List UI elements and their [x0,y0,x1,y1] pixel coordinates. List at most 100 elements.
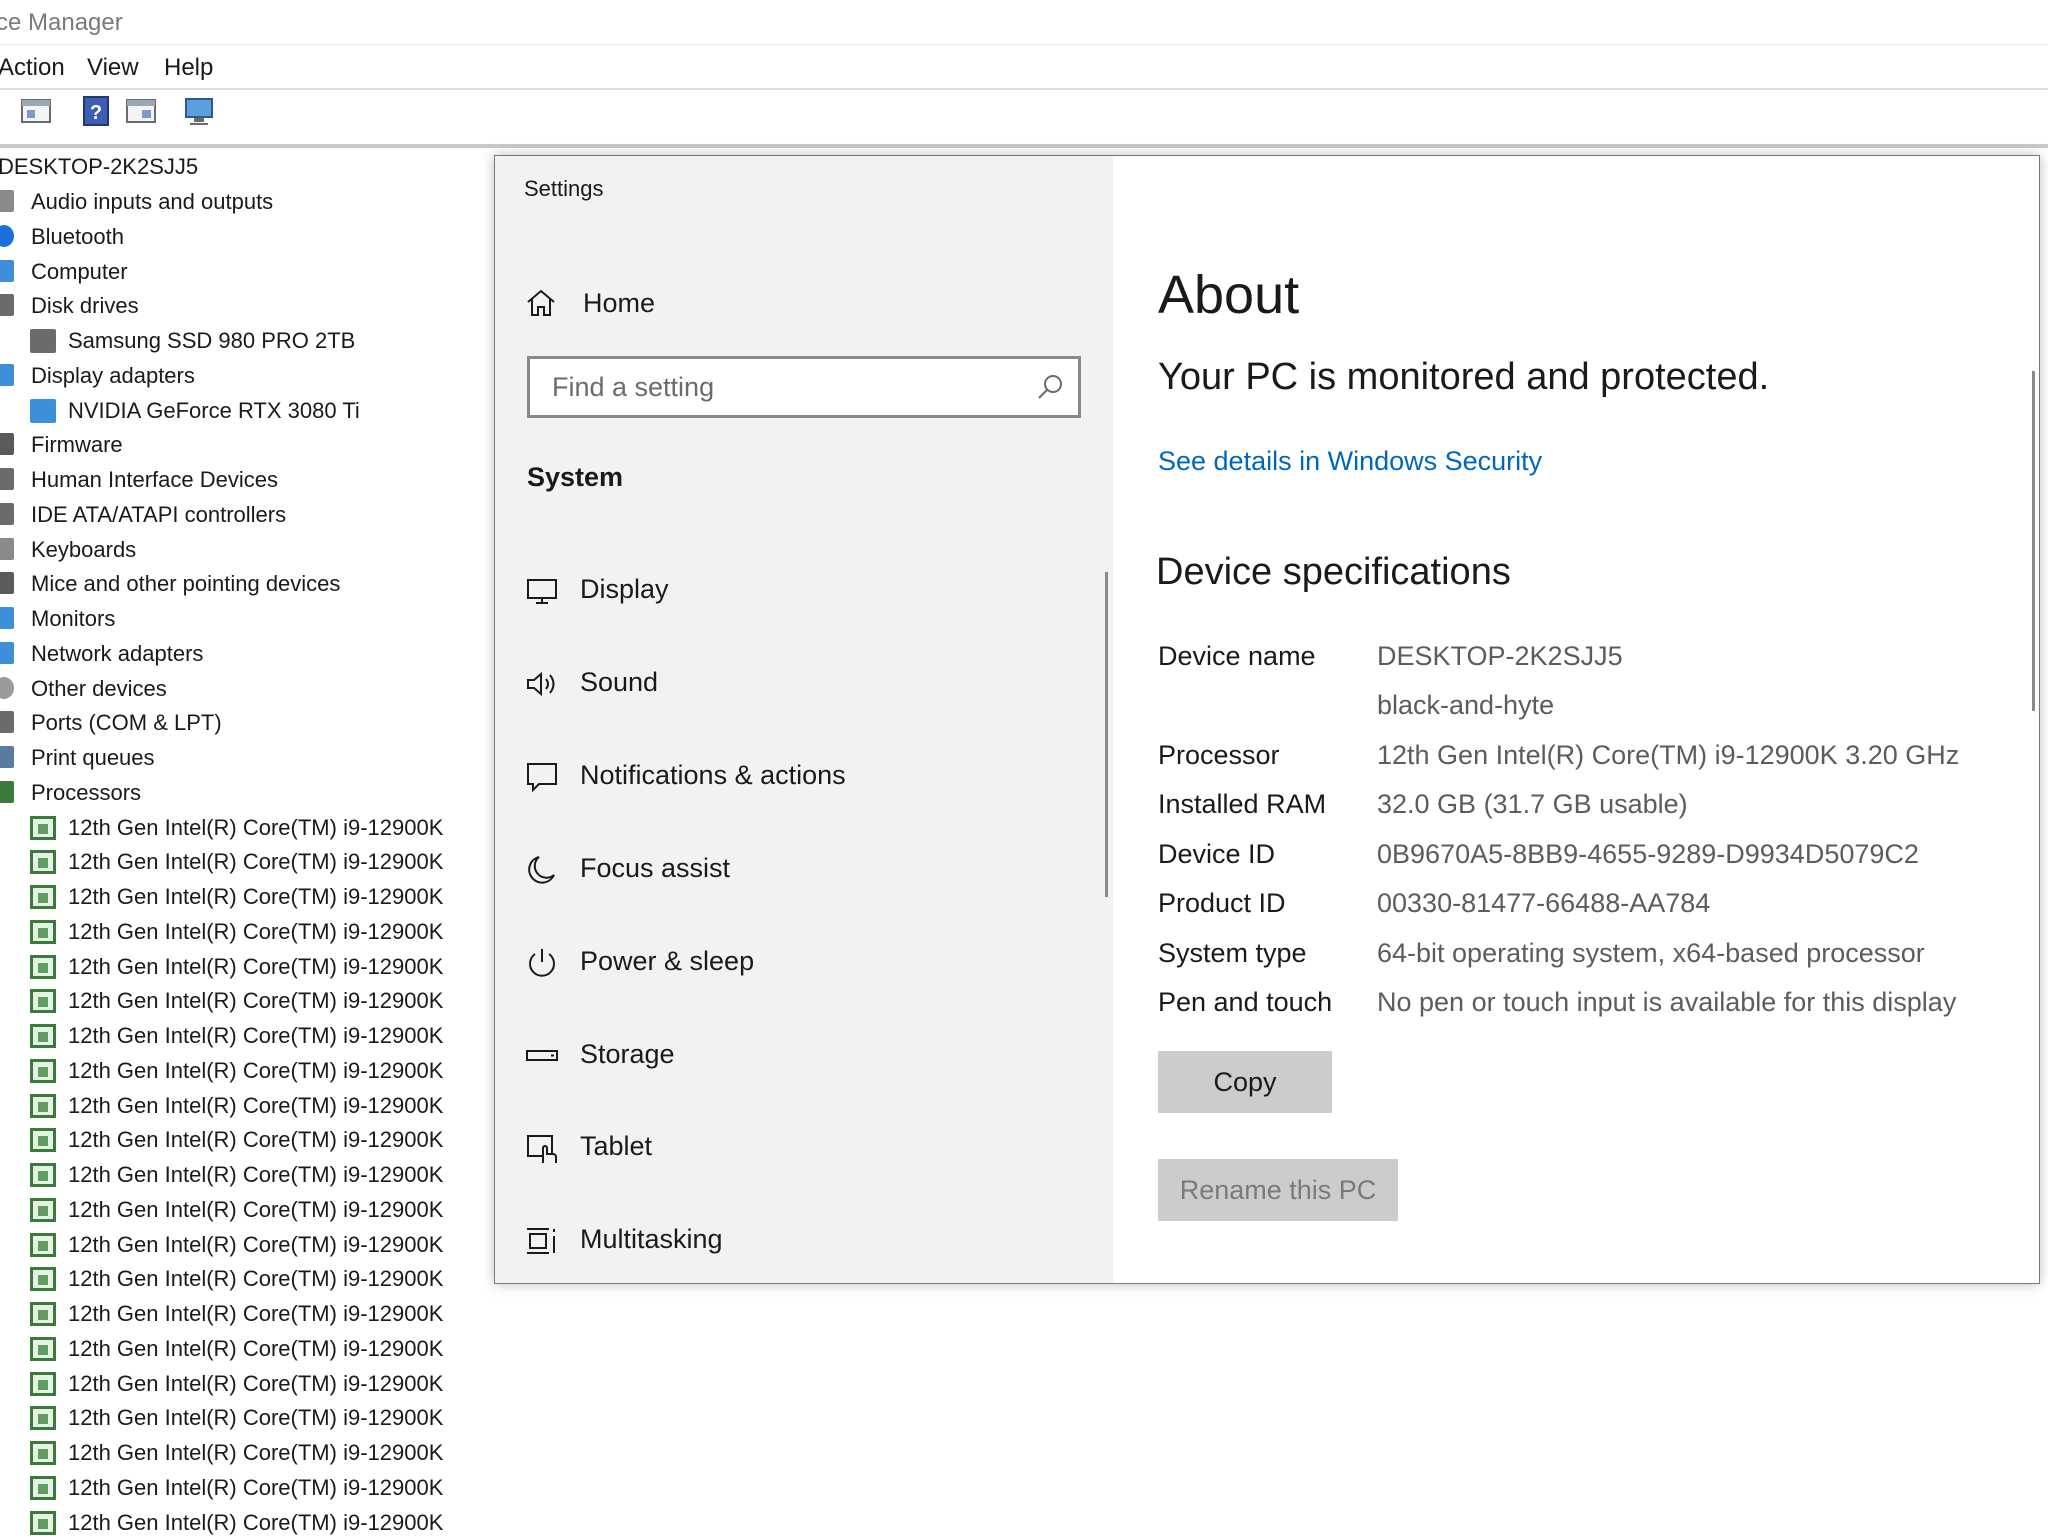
menu-view[interactable]: View [87,54,139,82]
nav-section-system: System [527,462,624,492]
search-input[interactable] [550,369,1024,405]
tree-label: 12th Gen Intel(R) Core(TM) i9-12900K [68,1266,444,1292]
nav-item-power-sleep[interactable]: Power & sleep [515,928,1095,998]
display-icon [527,579,557,604]
nav-item-multitasking[interactable]: Multitasking [515,1206,1095,1276]
processor-icon [30,1163,56,1187]
nav-home[interactable]: Home [525,274,1095,330]
processor-icon [30,1267,56,1292]
nav-item-notifications[interactable]: Notifications & actions [515,742,1095,812]
properties-icon[interactable] [20,96,52,126]
computer-icon [0,259,14,282]
notifications-icon [527,763,557,793]
spec-value-device-alias: black-and-hyte [1377,690,1555,720]
update-driver-icon[interactable] [125,96,157,126]
device-specs-heading: Device specifications [1156,551,1511,593]
protection-status: Your PC is monitored and protected. [1158,356,1770,398]
tree-label: 12th Gen Intel(R) Core(TM) i9-12900K [68,1231,444,1257]
nav-item-storage[interactable]: Storage [515,1021,1095,1091]
speaker-icon [0,190,14,212]
search-box[interactable] [527,356,1081,418]
network-adapter-icon [0,641,14,664]
nav-item-sound[interactable]: Sound [515,649,1095,719]
tree-label: Processors [31,779,142,805]
processor-icon [30,1093,56,1118]
tree-label: Computer [31,258,128,284]
tree-label: 12th Gen Intel(R) Core(TM) i9-12900K [68,918,444,944]
nav-home-label: Home [583,288,656,318]
tree-label: 12th Gen Intel(R) Core(TM) i9-12900K [68,1196,444,1222]
moon-icon [528,856,555,884]
menu-action[interactable]: Action [0,54,65,82]
nav-item-tablet[interactable]: Tablet [515,1113,1095,1183]
tree-label: Print queues [31,745,155,770]
tablet-icon [527,1135,557,1163]
tree-root-computer[interactable]: DESKTOP-2K2SJJ5 [0,154,198,180]
spec-label-system-type: System type [1158,938,1307,968]
tree-label: 12th Gen Intel(R) Core(TM) i9-12900K [68,1301,444,1326]
nav-item-label: Multitasking [580,1224,723,1254]
sound-icon [527,671,555,697]
processor-icon [30,885,56,909]
spec-label-product-id: Product ID [1158,888,1286,918]
nav-item-display[interactable]: Display [515,556,1095,626]
menu-help[interactable]: Help [164,54,213,82]
tree-label: 12th Gen Intel(R) Core(TM) i9-12900K [68,1509,444,1535]
spec-label-installed-ram: Installed RAM [1158,789,1327,819]
settings-nav-pane: Settings Home System Display [495,156,1113,1283]
processor-icon [30,1302,56,1326]
spec-label-device-id: Device ID [1158,839,1276,869]
mouse-icon [0,572,14,595]
tree-label: Network adapters [31,640,204,666]
scan-hardware-icon[interactable] [184,96,216,126]
spec-value-installed-ram: 32.0 GB (31.7 GB usable) [1377,789,1688,819]
help-icon[interactable]: ? [80,96,112,126]
rename-pc-button[interactable]: Rename this PC [1158,1159,1398,1221]
titlebar-divider [0,44,2048,45]
tree-label: Other devices [31,675,167,701]
tree-label: 12th Gen Intel(R) Core(TM) i9-12900K [68,953,444,979]
processor-icon [30,1475,56,1500]
copy-button[interactable]: Copy [1158,1051,1332,1113]
search-icon[interactable] [1036,373,1064,401]
disk-drive-icon [0,294,14,317]
processor-icon [30,1371,56,1396]
device-manager-toolbar [0,90,2048,146]
tree-label: 12th Gen Intel(R) Core(TM) i9-12900K [68,1440,444,1465]
monitor-icon [0,607,14,629]
spec-value-processor: 12th Gen Intel(R) Core(TM) i9-12900K 3.2… [1377,740,1960,770]
tree-label: 12th Gen Intel(R) Core(TM) i9-12900K [68,1057,444,1083]
tree-label: Audio inputs and outputs [31,189,274,214]
tree-label: Ports (COM & LPT) [31,710,222,736]
content-scrollbar[interactable] [2032,371,2035,711]
processor-icon [30,919,56,944]
nav-item-label: Power & sleep [580,946,755,976]
nav-scrollbar[interactable] [1105,572,1108,897]
spec-value-device-name: DESKTOP-2K2SJJ5 [1377,641,1623,671]
printer-icon [0,746,14,768]
spec-value-pen-touch: No pen or touch input is available for t… [1377,987,1957,1017]
processor-icon [30,1024,56,1048]
tree-label: 12th Gen Intel(R) Core(TM) i9-12900K [68,1335,444,1361]
tree-label: 12th Gen Intel(R) Core(TM) i9-12900K [68,884,444,909]
tree-label: Human Interface Devices [31,467,278,492]
display-adapter-icon [30,398,56,423]
processor-icon [30,850,56,875]
tree-label: 12th Gen Intel(R) Core(TM) i9-12900K [68,1162,444,1187]
tree-label: Disk drives [31,293,139,319]
processor-icon [30,1232,56,1257]
nav-item-focus-assist[interactable]: Focus assist [515,835,1095,905]
windows-security-link[interactable]: See details in Windows Security [1158,446,1542,477]
spec-value-device-id: 0B9670A5-8BB9-4655-9289-D9934D5079C2 [1377,839,1919,869]
device-manager-titlebar: ce Manager [0,0,2048,44]
processor-icon [0,780,14,803]
device-manager-title: ce Manager [0,9,123,36]
home-icon [527,289,555,316]
device-tree: DESKTOP-2K2SJJ5 Audio inputs and outputs… [0,150,495,1536]
nav-item-label: Tablet [580,1131,653,1161]
processor-icon [30,1406,56,1431]
tree-label: IDE ATA/ATAPI controllers [31,501,287,527]
about-content-pane: About Your PC is monitored and protected… [1113,156,2039,1283]
keyboard-icon [0,537,14,560]
device-manager-menubar: Action View Help [0,46,2048,88]
